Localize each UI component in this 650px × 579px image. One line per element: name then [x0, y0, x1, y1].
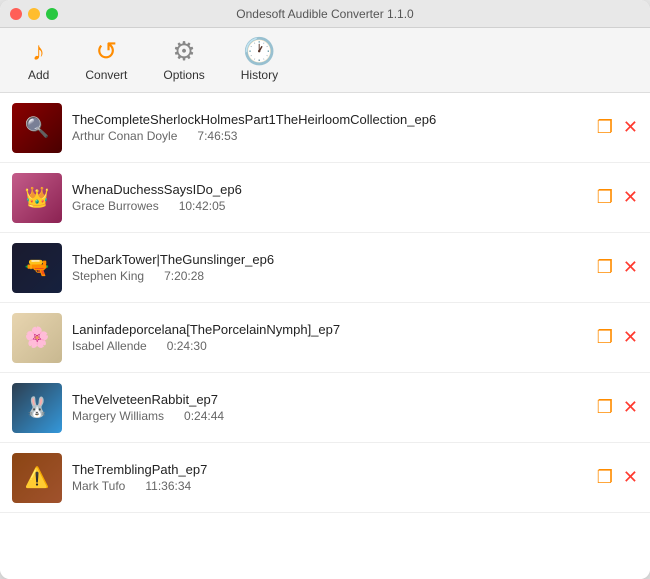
- table-row: 👑 WhenaDuchessSaysIDo_ep6 Grace Burrowes…: [0, 163, 650, 233]
- cover-image: 👑: [12, 173, 62, 223]
- book-meta: Stephen King 7:20:28: [72, 269, 587, 283]
- book-meta: Isabel Allende 0:24:30: [72, 339, 587, 353]
- book-cover: 🔍: [12, 103, 62, 153]
- delete-button[interactable]: ✕: [623, 467, 638, 488]
- book-meta: Margery Williams 0:24:44: [72, 409, 587, 423]
- options-label: Options: [163, 68, 204, 82]
- convert-button[interactable]: ↺ Convert: [67, 30, 145, 90]
- book-meta: Arthur Conan Doyle 7:46:53: [72, 129, 587, 143]
- add-icon: ♪: [32, 38, 45, 64]
- book-info: WhenaDuchessSaysIDo_ep6 Grace Burrowes 1…: [72, 182, 587, 213]
- book-cover: 🔫: [12, 243, 62, 293]
- book-title: WhenaDuchessSaysIDo_ep6: [72, 182, 587, 197]
- edit-button[interactable]: ❐: [597, 467, 613, 488]
- book-duration: 10:42:05: [179, 199, 226, 213]
- table-row: 🌸 Laninfadeporcelana[ThePorcelainNymph]_…: [0, 303, 650, 373]
- cover-image: 🌸: [12, 313, 62, 363]
- window-title: Ondesoft Audible Converter 1.1.0: [236, 7, 413, 21]
- book-duration: 7:20:28: [164, 269, 204, 283]
- book-cover: 👑: [12, 173, 62, 223]
- book-duration: 7:46:53: [197, 129, 237, 143]
- book-info: TheDarkTower|TheGunslinger_ep6 Stephen K…: [72, 252, 587, 283]
- minimize-button[interactable]: [28, 8, 40, 20]
- book-author: Stephen King: [72, 269, 144, 283]
- table-row: ⚠️ TheTremblingPath_ep7 Mark Tufo 11:36:…: [0, 443, 650, 513]
- cover-image: 🔫: [12, 243, 62, 293]
- book-author: Mark Tufo: [72, 479, 125, 493]
- table-row: 🔫 TheDarkTower|TheGunslinger_ep6 Stephen…: [0, 233, 650, 303]
- add-button[interactable]: ♪ Add: [10, 30, 67, 90]
- table-row: 🔍 TheCompleteSherlockHolmesPart1TheHeirl…: [0, 93, 650, 163]
- maximize-button[interactable]: [46, 8, 58, 20]
- cover-image: ⚠️: [12, 453, 62, 503]
- edit-button[interactable]: ❐: [597, 397, 613, 418]
- book-cover: 🐰: [12, 383, 62, 433]
- book-meta: Mark Tufo 11:36:34: [72, 479, 587, 493]
- window-controls: [10, 8, 58, 20]
- book-info: TheVelveteenRabbit_ep7 Margery Williams …: [72, 392, 587, 423]
- edit-button[interactable]: ❐: [597, 187, 613, 208]
- book-list: 🔍 TheCompleteSherlockHolmesPart1TheHeirl…: [0, 93, 650, 579]
- book-author: Arthur Conan Doyle: [72, 129, 177, 143]
- cover-image: 🐰: [12, 383, 62, 433]
- book-actions: ❐ ✕: [597, 257, 638, 278]
- book-actions: ❐ ✕: [597, 397, 638, 418]
- delete-button[interactable]: ✕: [623, 327, 638, 348]
- add-label: Add: [28, 68, 49, 82]
- book-duration: 0:24:30: [167, 339, 207, 353]
- convert-icon: ↺: [95, 38, 117, 64]
- toolbar: ♪ Add ↺ Convert ⚙ Options 🕐 History: [0, 28, 650, 93]
- title-bar: Ondesoft Audible Converter 1.1.0: [0, 0, 650, 28]
- book-duration: 11:36:34: [145, 479, 191, 493]
- delete-button[interactable]: ✕: [623, 117, 638, 138]
- book-cover: ⚠️: [12, 453, 62, 503]
- book-meta: Grace Burrowes 10:42:05: [72, 199, 587, 213]
- book-author: Isabel Allende: [72, 339, 147, 353]
- book-author: Margery Williams: [72, 409, 164, 423]
- close-button[interactable]: [10, 8, 22, 20]
- edit-button[interactable]: ❐: [597, 117, 613, 138]
- book-duration: 0:24:44: [184, 409, 224, 423]
- book-title: TheCompleteSherlockHolmesPart1TheHeirloo…: [72, 112, 587, 127]
- book-title: TheDarkTower|TheGunslinger_ep6: [72, 252, 587, 267]
- book-title: TheVelveteenRabbit_ep7: [72, 392, 587, 407]
- book-cover: 🌸: [12, 313, 62, 363]
- options-button[interactable]: ⚙ Options: [145, 30, 222, 90]
- book-info: TheCompleteSherlockHolmesPart1TheHeirloo…: [72, 112, 587, 143]
- book-title: TheTremblingPath_ep7: [72, 462, 587, 477]
- options-icon: ⚙: [172, 38, 195, 64]
- book-title: Laninfadeporcelana[ThePorcelainNymph]_ep…: [72, 322, 587, 337]
- book-actions: ❐ ✕: [597, 117, 638, 138]
- book-actions: ❐ ✕: [597, 467, 638, 488]
- main-window: Ondesoft Audible Converter 1.1.0 ♪ Add ↺…: [0, 0, 650, 579]
- edit-button[interactable]: ❐: [597, 327, 613, 348]
- delete-button[interactable]: ✕: [623, 397, 638, 418]
- book-actions: ❐ ✕: [597, 327, 638, 348]
- history-label: History: [241, 68, 278, 82]
- table-row: 🐰 TheVelveteenRabbit_ep7 Margery William…: [0, 373, 650, 443]
- convert-label: Convert: [85, 68, 127, 82]
- history-icon: 🕐: [243, 38, 275, 64]
- delete-button[interactable]: ✕: [623, 187, 638, 208]
- book-author: Grace Burrowes: [72, 199, 159, 213]
- history-button[interactable]: 🕐 History: [223, 30, 296, 90]
- book-actions: ❐ ✕: [597, 187, 638, 208]
- delete-button[interactable]: ✕: [623, 257, 638, 278]
- edit-button[interactable]: ❐: [597, 257, 613, 278]
- book-info: Laninfadeporcelana[ThePorcelainNymph]_ep…: [72, 322, 587, 353]
- cover-image: 🔍: [12, 103, 62, 153]
- book-info: TheTremblingPath_ep7 Mark Tufo 11:36:34: [72, 462, 587, 493]
